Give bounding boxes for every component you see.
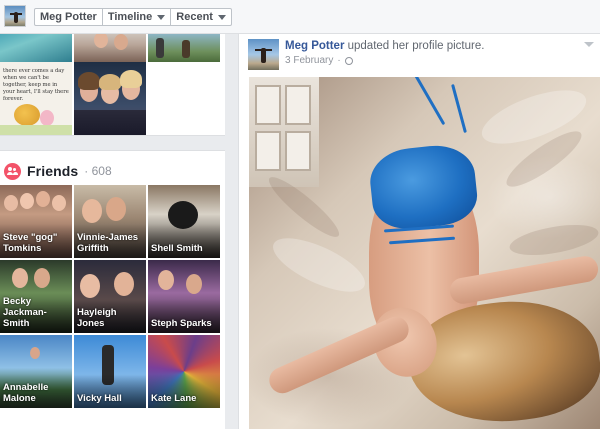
friends-count: · 608 (84, 164, 112, 178)
friend-name: Kate Lane (151, 393, 197, 404)
crumb-profile-name[interactable]: Meg Potter (34, 8, 103, 26)
photo-clothes (74, 110, 146, 135)
friends-icon (4, 162, 21, 180)
friend-tile[interactable]: Steph Sparks (148, 260, 220, 333)
chevron-down-icon (217, 14, 226, 20)
friend-face (52, 195, 66, 211)
friend-face (80, 274, 100, 298)
friend-name: Steve "gog" Tomkins (3, 232, 58, 254)
window-pane (255, 85, 281, 125)
friend-tile[interactable]: Hayleigh Jones (74, 260, 146, 333)
post-author-link[interactable]: Meg Potter (285, 40, 344, 52)
friends-title: Friends (27, 163, 79, 179)
photos-card: there ever comes a day when we can't be … (0, 34, 225, 136)
photo-thumbnail-quote[interactable]: there ever comes a day when we can't be … (0, 62, 72, 135)
friend-name: Annabelle Malone (3, 382, 49, 404)
globe-icon[interactable] (344, 56, 353, 65)
photo-hair (99, 74, 121, 90)
post-date-link[interactable]: 3 February (285, 55, 333, 66)
friend-tile[interactable]: Vicky Hall (74, 335, 146, 408)
friend-tile[interactable]: Annabelle Malone (0, 335, 72, 408)
friend-face (4, 195, 18, 211)
photo-hair (78, 72, 100, 90)
quote-text: there ever comes a day when we can't be … (3, 68, 69, 102)
left-column: there ever comes a day when we can't be … (0, 34, 225, 429)
post-headline: Meg Potter updated her profile picture. (285, 40, 484, 52)
friend-tile[interactable]: Steve "gog" Tomkins (0, 185, 72, 258)
friend-name: Hayleigh Jones (77, 307, 117, 329)
photo-figure (156, 38, 164, 58)
friend-tile[interactable]: Shell Smith (148, 185, 220, 258)
chevron-down-icon (157, 14, 166, 20)
breadcrumb: Meg Potter Timeline Recent (34, 8, 232, 26)
friend-name: Steph Sparks (151, 318, 212, 329)
window-pane (285, 131, 311, 171)
pooh-illustration (14, 104, 40, 126)
profile-thumbnail[interactable] (4, 5, 26, 27)
friend-name: Becky Jackman-Smith (3, 296, 47, 329)
piglet-illustration (40, 110, 54, 126)
meta-separator: · (337, 55, 341, 66)
friend-face (34, 268, 50, 288)
photo-face (114, 34, 128, 50)
avatar-figure (261, 48, 266, 63)
grass-illustration (0, 125, 72, 135)
photo-face (94, 34, 108, 48)
friend-tile[interactable]: Becky Jackman-Smith (0, 260, 72, 333)
photo-figure (182, 40, 190, 58)
profile-picture-photo[interactable] (249, 77, 600, 429)
friend-face (82, 199, 102, 223)
photo-window (249, 77, 319, 187)
thumbnail-figure (14, 12, 18, 23)
friend-tile[interactable]: Vinnie-James Griffith (74, 185, 146, 258)
friends-card: Friends · 608 Steve "gog" Tomkins Vinnie… (0, 150, 225, 429)
friend-face (186, 274, 202, 294)
photo-subject-strap (451, 83, 467, 134)
photo-subject-strap (412, 77, 446, 126)
photo-hair (120, 70, 142, 88)
crumb-recent-dropdown[interactable]: Recent (171, 8, 232, 26)
post-options-chevron-icon[interactable] (584, 42, 594, 47)
photo-thumbnail-group[interactable] (74, 62, 146, 135)
friend-name: Vicky Hall (77, 393, 122, 404)
friend-face (12, 268, 28, 288)
friend-face (20, 193, 34, 209)
post-meta: 3 February · (285, 55, 353, 66)
post-author-avatar[interactable] (248, 39, 279, 70)
photo-thumbnail[interactable] (0, 34, 72, 62)
sheet-fold (507, 219, 600, 261)
crumb-timeline-label: Timeline (107, 11, 153, 23)
friend-face (36, 191, 50, 207)
friend-face (158, 270, 174, 290)
crumb-profile-label: Meg Potter (40, 11, 97, 23)
crumb-timeline-dropdown[interactable]: Timeline (102, 8, 172, 26)
top-bar: Meg Potter Timeline Recent (0, 0, 600, 34)
friend-face (106, 197, 126, 221)
window-pane (255, 131, 281, 171)
friend-face (114, 272, 134, 296)
friend-name: Vinnie-James Griffith (77, 232, 139, 254)
window-pane (285, 85, 311, 125)
timeline-post: Meg Potter updated her profile picture. … (238, 34, 600, 429)
sheet-fold (266, 227, 372, 303)
friend-tile[interactable]: Kate Lane (148, 335, 220, 408)
photo-thumbnail[interactable] (148, 34, 220, 62)
friends-header[interactable]: Friends · 608 (4, 161, 112, 181)
post-action-text: updated her profile picture. (344, 40, 485, 52)
friend-name: Shell Smith (151, 243, 203, 254)
friend-face (30, 347, 40, 359)
photo-thumbnail[interactable] (74, 34, 146, 62)
crumb-recent-label: Recent (176, 11, 213, 23)
